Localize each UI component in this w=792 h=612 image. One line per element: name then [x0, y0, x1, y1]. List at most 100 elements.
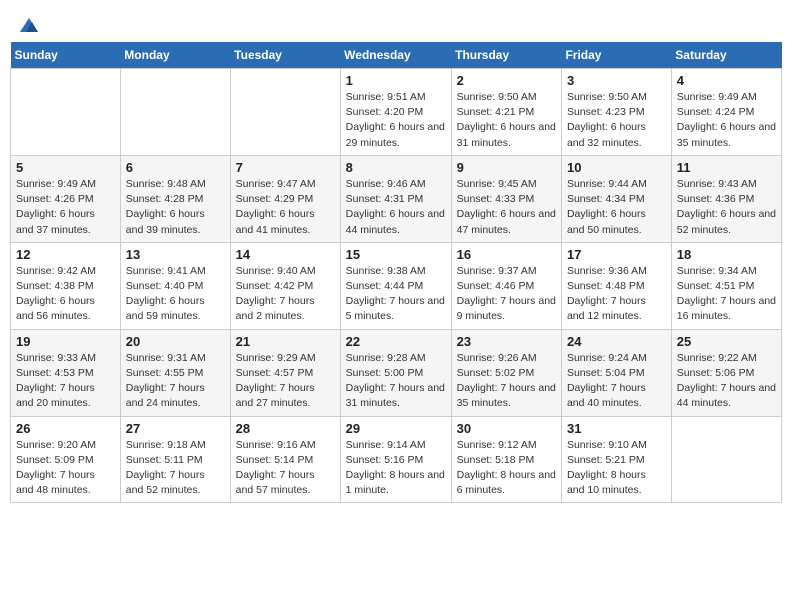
weekday-header-sunday: Sunday [11, 42, 121, 69]
day-number: 16 [457, 247, 556, 262]
day-number: 17 [567, 247, 666, 262]
calendar-cell: 10 Sunrise: 9:44 AMSunset: 4:34 PMDayligh… [561, 155, 671, 242]
day-info: Sunrise: 9:49 AMSunset: 4:26 PMDaylight:… [16, 177, 115, 238]
day-info: Sunrise: 9:10 AMSunset: 5:21 PMDaylight:… [567, 438, 666, 499]
day-info: Sunrise: 9:49 AMSunset: 4:24 PMDaylight:… [677, 90, 776, 151]
weekday-header-saturday: Saturday [671, 42, 781, 69]
day-number: 28 [236, 421, 335, 436]
calendar-cell: 29Sunrise: 9:14 AMSunset: 5:16 PMDayligh… [340, 416, 451, 503]
calendar-cell: 17 Sunrise: 9:36 AMSunset: 4:48 PMDayligh… [561, 242, 671, 329]
day-number: 7 [236, 160, 335, 175]
calendar-cell: 1 Sunrise: 9:51 AMSunset: 4:20 PMDaylight… [340, 69, 451, 156]
day-info: Sunrise: 9:48 AMSunset: 4:28 PMDaylight:… [126, 177, 225, 238]
day-info: Sunrise: 9:40 AMSunset: 4:42 PMDaylight:… [236, 264, 335, 325]
day-info: Sunrise: 9:26 AMSunset: 5:02 PMDaylight:… [457, 351, 556, 412]
calendar-cell: 25 Sunrise: 9:22 AMSunset: 5:06 PMDayligh… [671, 329, 781, 416]
day-number: 6 [126, 160, 225, 175]
day-number: 15 [346, 247, 446, 262]
day-number: 14 [236, 247, 335, 262]
calendar-cell: 27 Sunrise: 9:18 AMSunset: 5:11 PMDayligh… [120, 416, 230, 503]
day-number: 8 [346, 160, 446, 175]
day-number: 27 [126, 421, 225, 436]
day-info: Sunrise: 9:43 AMSunset: 4:36 PMDaylight:… [677, 177, 776, 238]
calendar-cell: 4 Sunrise: 9:49 AMSunset: 4:24 PMDaylight… [671, 69, 781, 156]
day-info: Sunrise: 9:38 AMSunset: 4:44 PMDaylight:… [346, 264, 446, 325]
calendar-cell: 15 Sunrise: 9:38 AMSunset: 4:44 PMDayligh… [340, 242, 451, 329]
day-number: 1 [346, 73, 446, 88]
calendar-cell: 7 Sunrise: 9:47 AMSunset: 4:29 PMDaylight… [230, 155, 340, 242]
calendar-cell: 8 Sunrise: 9:46 AMSunset: 4:31 PMDaylight… [340, 155, 451, 242]
weekday-header-row: SundayMondayTuesdayWednesdayThursdayFrid… [11, 42, 782, 69]
calendar-cell: 23 Sunrise: 9:26 AMSunset: 5:02 PMDayligh… [451, 329, 561, 416]
day-info: Sunrise: 9:36 AMSunset: 4:48 PMDaylight:… [567, 264, 666, 325]
day-info: Sunrise: 9:44 AMSunset: 4:34 PMDaylight:… [567, 177, 666, 238]
calendar-cell: 28Sunrise: 9:16 AMSunset: 5:14 PMDayligh… [230, 416, 340, 503]
weekday-header-wednesday: Wednesday [340, 42, 451, 69]
day-info: Sunrise: 9:37 AMSunset: 4:46 PMDaylight:… [457, 264, 556, 325]
day-info: Sunrise: 9:14 AMSunset: 5:16 PMDaylight:… [346, 438, 446, 499]
calendar-cell: 14 Sunrise: 9:40 AMSunset: 4:42 PMDayligh… [230, 242, 340, 329]
calendar-cell: 22 Sunrise: 9:28 AMSunset: 5:00 PMDayligh… [340, 329, 451, 416]
day-number: 4 [677, 73, 776, 88]
week-row-4: 19 Sunrise: 9:33 AMSunset: 4:53 PMDayligh… [11, 329, 782, 416]
day-number: 12 [16, 247, 115, 262]
week-row-1: 1 Sunrise: 9:51 AMSunset: 4:20 PMDaylight… [11, 69, 782, 156]
week-row-3: 12 Sunrise: 9:42 AMSunset: 4:38 PMDayligh… [11, 242, 782, 329]
day-info: Sunrise: 9:18 AMSunset: 5:11 PMDaylight:… [126, 438, 225, 499]
day-number: 24 [567, 334, 666, 349]
calendar-cell: 2 Sunrise: 9:50 AMSunset: 4:21 PMDaylight… [451, 69, 561, 156]
day-number: 30 [457, 421, 556, 436]
day-info: Sunrise: 9:50 AMSunset: 4:21 PMDaylight:… [457, 90, 556, 151]
week-row-5: 26Sunrise: 9:20 AMSunset: 5:09 PMDayligh… [11, 416, 782, 503]
day-info: Sunrise: 9:24 AMSunset: 5:04 PMDaylight:… [567, 351, 666, 412]
day-info: Sunrise: 9:42 AMSunset: 4:38 PMDaylight:… [16, 264, 115, 325]
calendar-cell [11, 69, 121, 156]
calendar-cell: 6 Sunrise: 9:48 AMSunset: 4:28 PMDaylight… [120, 155, 230, 242]
calendar-cell: 16 Sunrise: 9:37 AMSunset: 4:46 PMDayligh… [451, 242, 561, 329]
calendar-cell: 19 Sunrise: 9:33 AMSunset: 4:53 PMDayligh… [11, 329, 121, 416]
weekday-header-thursday: Thursday [451, 42, 561, 69]
calendar-cell: 21Sunrise: 9:29 AMSunset: 4:57 PMDayligh… [230, 329, 340, 416]
week-row-2: 5 Sunrise: 9:49 AMSunset: 4:26 PMDaylight… [11, 155, 782, 242]
day-info: Sunrise: 9:22 AMSunset: 5:06 PMDaylight:… [677, 351, 776, 412]
logo [16, 14, 40, 30]
day-info: Sunrise: 9:46 AMSunset: 4:31 PMDaylight:… [346, 177, 446, 238]
day-info: Sunrise: 9:34 AMSunset: 4:51 PMDaylight:… [677, 264, 776, 325]
weekday-header-friday: Friday [561, 42, 671, 69]
day-number: 13 [126, 247, 225, 262]
day-info: Sunrise: 9:45 AMSunset: 4:33 PMDaylight:… [457, 177, 556, 238]
day-number: 18 [677, 247, 776, 262]
weekday-header-tuesday: Tuesday [230, 42, 340, 69]
day-number: 21 [236, 334, 335, 349]
weekday-header-monday: Monday [120, 42, 230, 69]
day-info: Sunrise: 9:47 AMSunset: 4:29 PMDaylight:… [236, 177, 335, 238]
calendar-cell [671, 416, 781, 503]
day-info: Sunrise: 9:41 AMSunset: 4:40 PMDaylight:… [126, 264, 225, 325]
day-number: 2 [457, 73, 556, 88]
day-number: 9 [457, 160, 556, 175]
day-number: 10 [567, 160, 666, 175]
day-info: Sunrise: 9:33 AMSunset: 4:53 PMDaylight:… [16, 351, 115, 412]
day-number: 19 [16, 334, 115, 349]
day-number: 25 [677, 334, 776, 349]
day-info: Sunrise: 9:28 AMSunset: 5:00 PMDaylight:… [346, 351, 446, 412]
day-number: 22 [346, 334, 446, 349]
day-number: 5 [16, 160, 115, 175]
calendar-cell: 18 Sunrise: 9:34 AMSunset: 4:51 PMDayligh… [671, 242, 781, 329]
header [10, 10, 782, 34]
day-info: Sunrise: 9:51 AMSunset: 4:20 PMDaylight:… [346, 90, 446, 151]
calendar-cell: 20 Sunrise: 9:31 AMSunset: 4:55 PMDayligh… [120, 329, 230, 416]
calendar-cell [230, 69, 340, 156]
calendar: SundayMondayTuesdayWednesdayThursdayFrid… [10, 42, 782, 503]
day-number: 31 [567, 421, 666, 436]
calendar-cell: 13 Sunrise: 9:41 AMSunset: 4:40 PMDayligh… [120, 242, 230, 329]
day-info: Sunrise: 9:12 AMSunset: 5:18 PMDaylight:… [457, 438, 556, 499]
calendar-cell: 5 Sunrise: 9:49 AMSunset: 4:26 PMDaylight… [11, 155, 121, 242]
logo-icon [18, 14, 40, 36]
day-number: 23 [457, 334, 556, 349]
day-number: 20 [126, 334, 225, 349]
day-number: 3 [567, 73, 666, 88]
calendar-cell: 31 Sunrise: 9:10 AMSunset: 5:21 PMDayligh… [561, 416, 671, 503]
day-info: Sunrise: 9:31 AMSunset: 4:55 PMDaylight:… [126, 351, 225, 412]
day-info: Sunrise: 9:50 AMSunset: 4:23 PMDaylight:… [567, 90, 666, 151]
